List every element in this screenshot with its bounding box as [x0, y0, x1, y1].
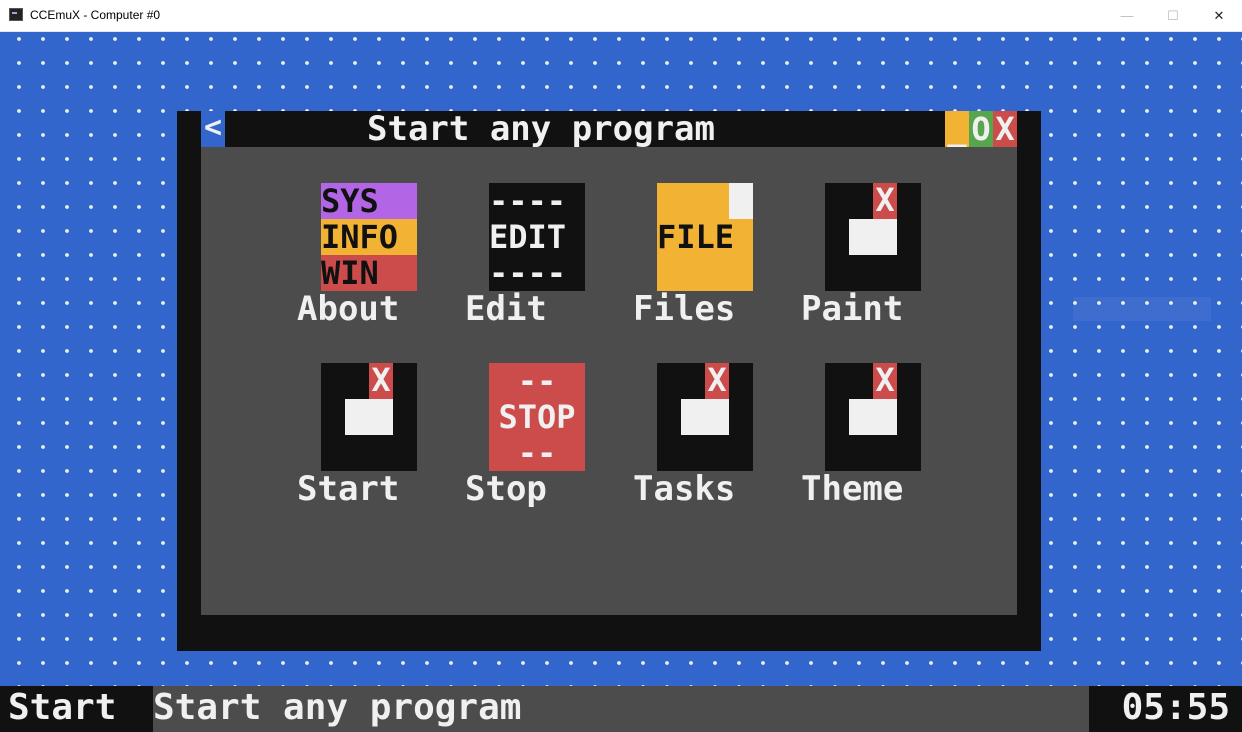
- app-icon: [9, 8, 23, 21]
- icon-row: STOP: [498, 398, 576, 436]
- edit-icon: ---- EDIT ----: [489, 183, 585, 291]
- window-box: [345, 399, 393, 435]
- program-stop[interactable]: -- STOP -- Stop: [465, 363, 633, 543]
- start-button[interactable]: Start: [8, 686, 116, 732]
- icon-row: ----: [489, 255, 585, 291]
- dialog-maximize-button[interactable]: O: [969, 111, 993, 147]
- close-mark: X: [873, 363, 897, 399]
- maximize-window-button[interactable]: ☐: [1150, 0, 1196, 31]
- program-label: Paint: [801, 289, 904, 329]
- file-corner: [729, 183, 753, 219]
- host-title-bar: CCEmuX - Computer #0 — ☐ ✕: [0, 0, 1242, 32]
- clock: 05:55: [1121, 687, 1230, 728]
- start-program-dialog: < Start any program _ O X SYS INFO WIN A…: [177, 111, 1041, 651]
- program-label: Files: [633, 289, 736, 329]
- dialog-close-button[interactable]: X: [993, 111, 1017, 147]
- dialog-minimize-button[interactable]: _: [945, 111, 969, 147]
- program-label: About: [297, 289, 400, 329]
- generic-program-icon: X: [657, 363, 753, 471]
- generic-program-icon: X: [321, 363, 417, 471]
- program-theme[interactable]: X Theme: [801, 363, 969, 543]
- program-label: Start: [297, 469, 400, 509]
- close-window-button[interactable]: ✕: [1196, 0, 1242, 31]
- emulator-screen[interactable]: < Start any program _ O X SYS INFO WIN A…: [0, 32, 1242, 732]
- window-box: [849, 219, 897, 255]
- sysinfo-icon: SYS INFO WIN: [321, 183, 417, 291]
- window-box: [681, 399, 729, 435]
- icon-text: FILE: [657, 218, 735, 256]
- program-label: Stop: [465, 469, 547, 509]
- generic-program-icon: X: [825, 183, 921, 291]
- host-window-title: CCEmuX - Computer #0: [30, 8, 161, 22]
- icon-row: --: [517, 434, 557, 471]
- icon-row: WIN: [321, 255, 417, 291]
- program-tasks[interactable]: X Tasks: [633, 363, 801, 543]
- close-mark: X: [705, 363, 729, 399]
- program-about[interactable]: SYS INFO WIN About: [297, 183, 465, 363]
- minimize-window-button[interactable]: —: [1104, 0, 1150, 31]
- icon-row: SYS: [321, 183, 417, 219]
- program-files[interactable]: FILE Files: [633, 183, 801, 363]
- taskbar-item-start-any-program[interactable]: Start any program: [153, 686, 1089, 732]
- window-box: [849, 399, 897, 435]
- program-grid: SYS INFO WIN About ---- EDIT ---- Edit F…: [201, 147, 1017, 615]
- close-mark: X: [873, 183, 897, 219]
- generic-program-icon: X: [825, 363, 921, 471]
- back-button[interactable]: <: [201, 111, 225, 147]
- program-label: Tasks: [633, 469, 736, 509]
- icon-row: INFO: [321, 219, 417, 255]
- dialog-title: Start any program: [367, 109, 715, 149]
- close-mark: X: [369, 363, 393, 399]
- stop-icon: -- STOP --: [489, 363, 585, 471]
- file-icon: FILE: [657, 183, 753, 291]
- program-label: Theme: [801, 469, 904, 509]
- icon-row: ----: [489, 183, 585, 219]
- program-edit[interactable]: ---- EDIT ---- Edit: [465, 183, 633, 363]
- program-start[interactable]: X Start: [297, 363, 465, 543]
- program-paint[interactable]: X Paint: [801, 183, 969, 363]
- icon-row: EDIT: [489, 219, 585, 255]
- icon-row: --: [517, 363, 557, 400]
- ghost-overlay: [1073, 297, 1211, 321]
- taskbar: Start Start any program 05:55: [0, 686, 1242, 732]
- program-label: Edit: [465, 289, 547, 329]
